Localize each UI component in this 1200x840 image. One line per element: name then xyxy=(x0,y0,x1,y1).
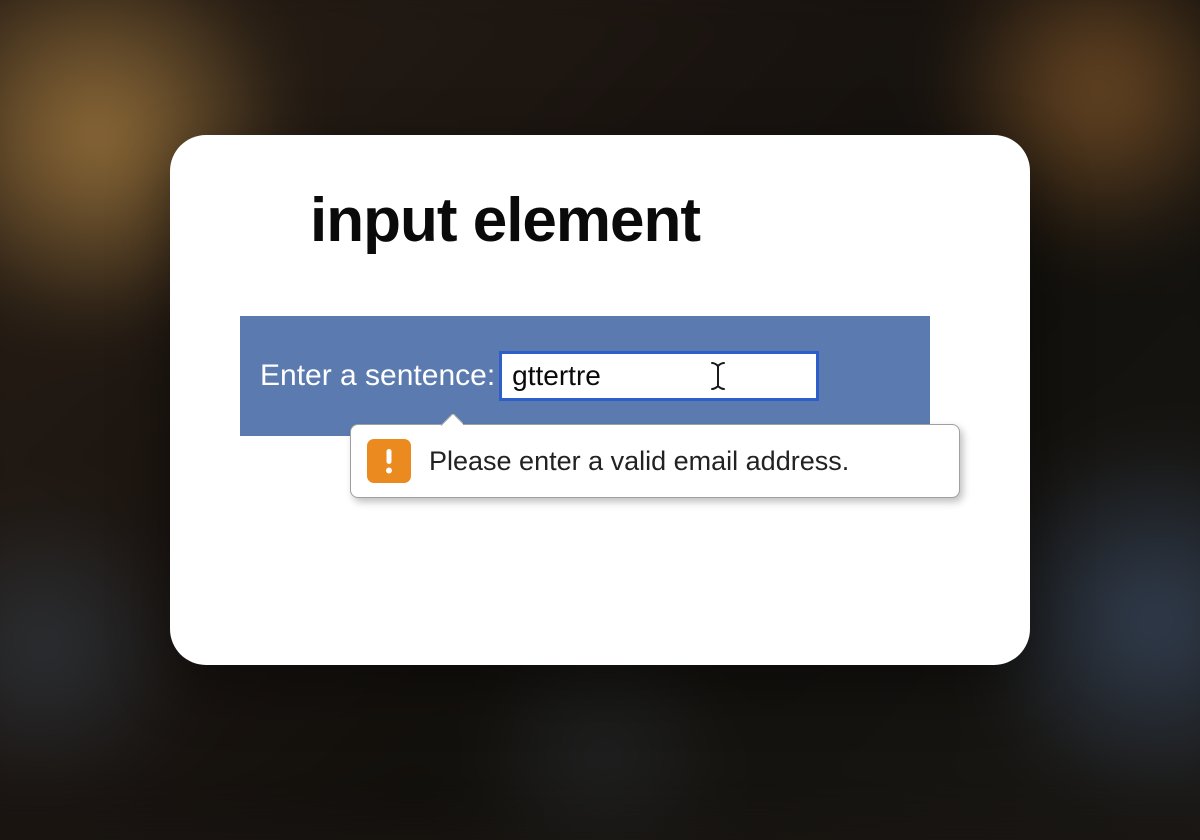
validation-message: Please enter a valid email address. xyxy=(429,446,849,477)
validation-tooltip: Please enter a valid email address. xyxy=(350,424,960,498)
sentence-input[interactable] xyxy=(499,351,819,401)
input-wrapper xyxy=(499,351,819,401)
tooltip-arrow xyxy=(441,414,463,426)
form-container: Enter a sentence: Please enter a valid e… xyxy=(240,316,930,436)
input-label: Enter a sentence: xyxy=(260,359,495,393)
demo-card: input element Enter a sentence: Please e… xyxy=(170,135,1030,665)
page-title: input element xyxy=(310,185,990,256)
warning-icon xyxy=(367,439,411,483)
